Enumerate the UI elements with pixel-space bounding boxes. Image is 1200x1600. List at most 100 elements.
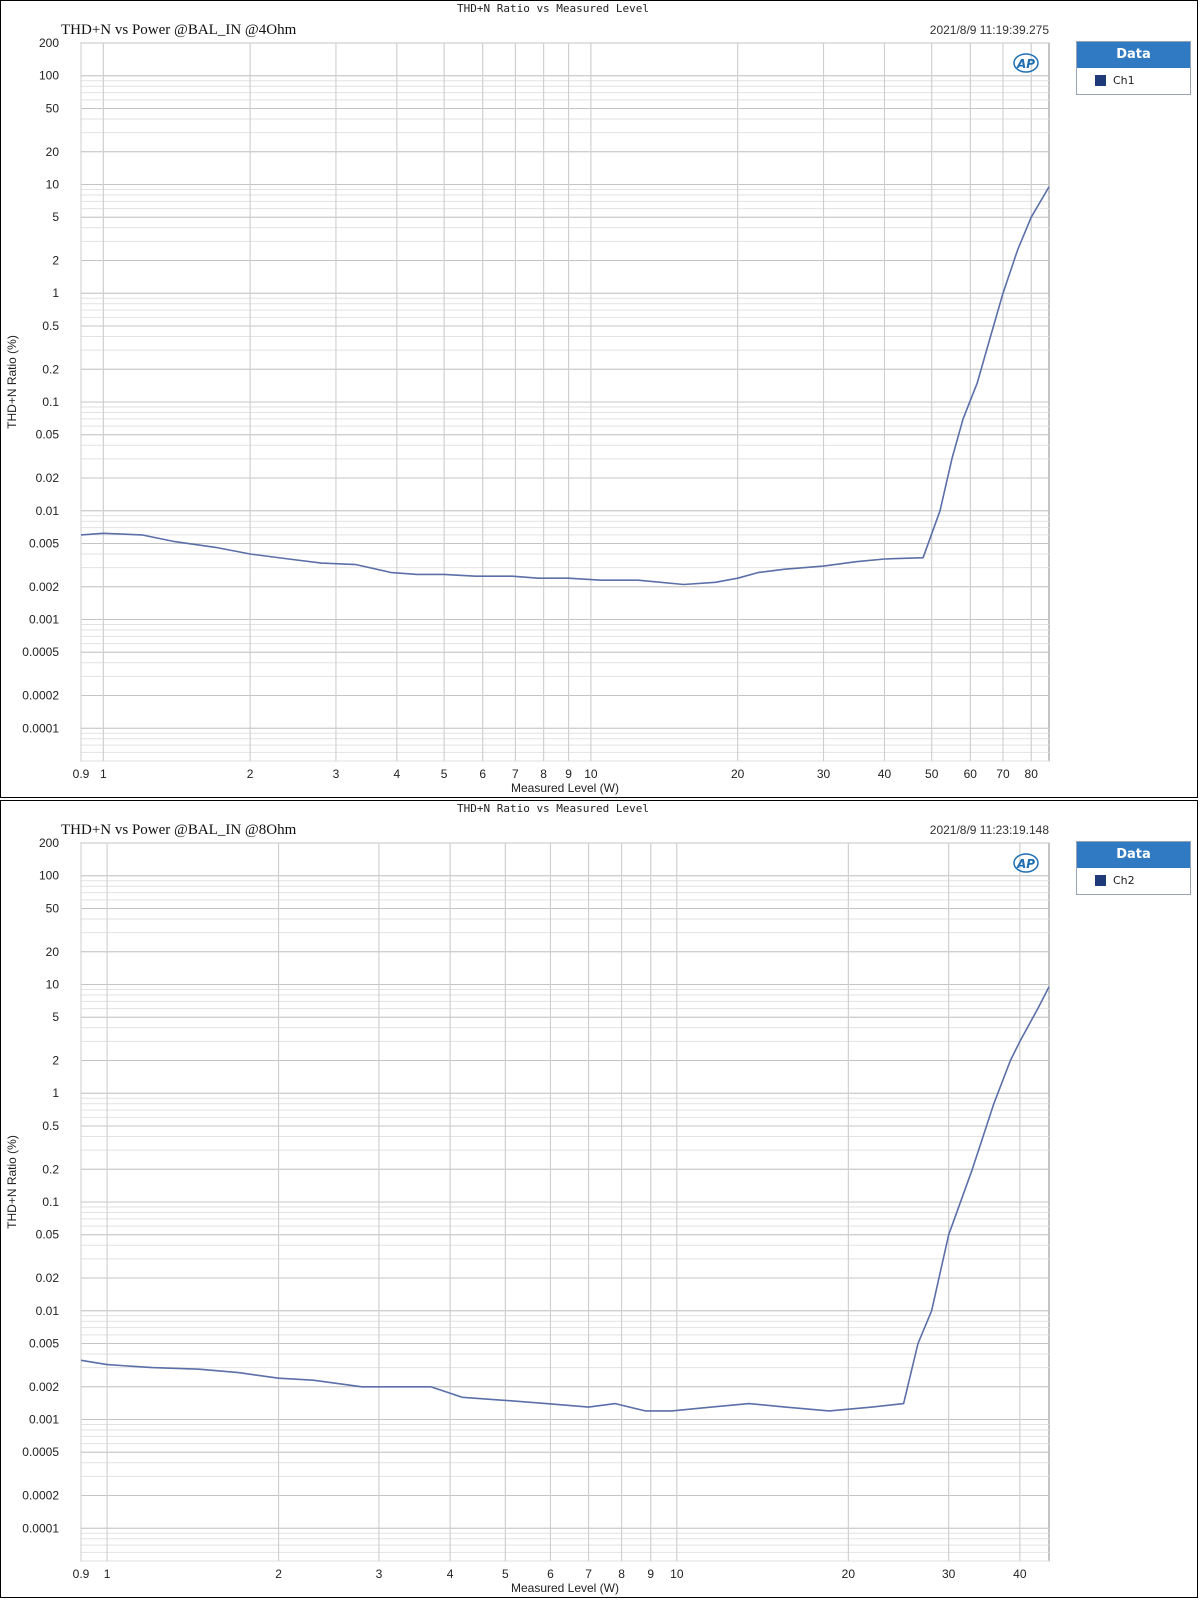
y-tick-label: 0.2 [42, 1162, 59, 1176]
x-tick-label: 30 [817, 767, 831, 781]
x-tick-label: 20 [731, 767, 745, 781]
y-tick-label: 0.002 [29, 580, 59, 594]
y-tick-label: 0.01 [36, 1304, 60, 1318]
y-tick-labels: 200 100 50 20 10 5 2 1 0.5 0.2 0.1 0.05 0.02 0.01 0.00… [22, 36, 59, 735]
x-tick-label: 8 [618, 1567, 625, 1581]
x-tick-label: 40 [1013, 1567, 1027, 1581]
y-axis-label: THD+N Ratio (%) [5, 1135, 19, 1229]
x-tick-label: 4 [394, 767, 401, 781]
x-tick-label: 8 [540, 767, 547, 781]
y-tick-label: 0.5 [42, 1119, 59, 1133]
y-tick-label: 0.02 [36, 471, 60, 485]
legend-header: Data [1077, 42, 1190, 68]
legend-header: Data [1077, 842, 1190, 868]
y-tick-label: 20 [46, 145, 60, 159]
y-tick-label: 100 [39, 869, 59, 883]
x-tick-label: 3 [333, 767, 340, 781]
x-tick-label: 9 [565, 767, 572, 781]
y-tick-label: 0.02 [36, 1271, 60, 1285]
y-tick-label: 0.05 [36, 1228, 60, 1242]
x-tick-label: 20 [842, 1567, 856, 1581]
x-tick-label: 2 [275, 1567, 282, 1581]
y-tick-label: 0.001 [29, 1413, 59, 1427]
legend-item-ch1[interactable]: Ch1 [1077, 68, 1190, 94]
chart-panel-8ohm: 200 100 50 20 10 5 2 1 0.5 0.2 0.1 0.05 0.02 0.01 0.00… [0, 800, 1198, 1598]
x-tick-labels: 0.9 1 2 3 4 5 6 7 8 9 10 20 30 40 [73, 1567, 1027, 1581]
ap-logo: AP [1013, 53, 1039, 73]
y-tick-labels: 200 100 50 20 10 5 2 1 0.5 0.2 0.1 0.05 0.02 0.01 0.00… [22, 836, 59, 1535]
x-tick-label: 7 [512, 767, 519, 781]
legend-label: Ch1 [1113, 74, 1135, 87]
legend-item-ch2[interactable]: Ch2 [1077, 868, 1190, 894]
x-tick-label: 6 [479, 767, 486, 781]
legend-swatch [1095, 875, 1106, 886]
y-tick-label: 200 [39, 836, 59, 850]
y-tick-label: 0.0001 [22, 721, 59, 735]
x-tick-label: 1 [104, 1567, 111, 1581]
y-tick-label: 50 [46, 101, 60, 115]
x-tick-label: 80 [1025, 767, 1039, 781]
x-axis-label: Measured Level (W) [511, 1581, 619, 1595]
y-tick-label: 5 [52, 1010, 59, 1024]
chart-panel-4ohm: 200 100 50 20 10 5 2 1 0.5 0.2 0.1 0.05 0.02 0.01 0.00… [0, 0, 1198, 798]
y-tick-label: 0.5 [42, 319, 59, 333]
y-tick-label: 0.05 [36, 428, 60, 442]
x-tick-label: 7 [585, 1567, 592, 1581]
x-tick-label: 4 [447, 1567, 454, 1581]
chart-4ohm: 200 100 50 20 10 5 2 1 0.5 0.2 0.1 0.05 0.02 0.01 0.00… [5, 2, 1050, 795]
x-tick-label: 10 [584, 767, 598, 781]
y-tick-label: 10 [46, 977, 60, 991]
y-tick-label: 0.1 [42, 395, 59, 409]
x-tick-label: 70 [996, 767, 1010, 781]
ap-logo-mark: AP [1016, 857, 1035, 871]
chart-suptitle: THD+N Ratio vs Measured Level [457, 802, 649, 815]
chart-8ohm: 200 100 50 20 10 5 2 1 0.5 0.2 0.1 0.05 0.02 0.01 0.00… [5, 802, 1050, 1595]
y-tick-label: 2 [52, 254, 59, 268]
legend-box: Data Ch2 [1076, 841, 1191, 895]
x-tick-label: 6 [547, 1567, 554, 1581]
chart-title: THD+N vs Power @BAL_IN @4Ohm [61, 22, 297, 38]
legend-box: Data Ch1 [1076, 41, 1191, 95]
y-tick-label: 0.005 [29, 536, 59, 550]
y-tick-label: 0.01 [36, 504, 60, 518]
y-tick-label: 2 [52, 1054, 59, 1068]
y-tick-label: 5 [52, 210, 59, 224]
chart-title: THD+N vs Power @BAL_IN @8Ohm [61, 822, 297, 838]
x-axis-label: Measured Level (W) [511, 781, 619, 795]
x-tick-label: 5 [441, 767, 448, 781]
x-tick-label: 60 [964, 767, 978, 781]
x-tick-label: 2 [247, 767, 254, 781]
y-tick-label: 0.0002 [22, 1489, 59, 1503]
x-tick-label: 0.9 [73, 1567, 90, 1581]
y-tick-label: 0.001 [29, 613, 59, 627]
y-tick-label: 0.0002 [22, 689, 59, 703]
y-tick-label: 100 [39, 69, 59, 83]
y-tick-label: 0.1 [42, 1195, 59, 1209]
y-tick-label: 50 [46, 901, 60, 915]
y-tick-label: 1 [52, 286, 59, 300]
y-tick-label: 10 [46, 177, 60, 191]
y-axis-label: THD+N Ratio (%) [5, 335, 19, 429]
x-tick-label: 0.9 [73, 767, 90, 781]
ap-logo: AP [1013, 853, 1039, 873]
y-tick-label: 0.2 [42, 362, 59, 376]
y-tick-label: 0.0005 [22, 1445, 59, 1459]
y-tick-label: 200 [39, 36, 59, 50]
y-tick-label: 0.005 [29, 1336, 59, 1350]
chart-timestamp: 2021/8/9 11:23:19.148 [930, 823, 1050, 837]
x-tick-label: 1 [100, 767, 107, 781]
chart-suptitle: THD+N Ratio vs Measured Level [457, 2, 649, 15]
y-tick-label: 0.0005 [22, 645, 59, 659]
x-tick-label: 50 [925, 767, 939, 781]
x-tick-labels: 0.9 1 2 3 4 5 6 7 8 9 10 20 30 40 50 60 70 80 [73, 767, 1039, 781]
y-tick-label: 20 [46, 945, 60, 959]
y-tick-label: 0.0001 [22, 1521, 59, 1535]
chart-timestamp: 2021/8/9 11:19:39.275 [930, 23, 1050, 37]
legend-label: Ch2 [1113, 874, 1135, 887]
x-tick-label: 40 [878, 767, 892, 781]
x-tick-label: 5 [502, 1567, 509, 1581]
y-tick-label: 1 [52, 1086, 59, 1100]
x-tick-label: 10 [670, 1567, 684, 1581]
legend-swatch [1095, 75, 1106, 86]
ap-logo-mark: AP [1016, 57, 1035, 71]
